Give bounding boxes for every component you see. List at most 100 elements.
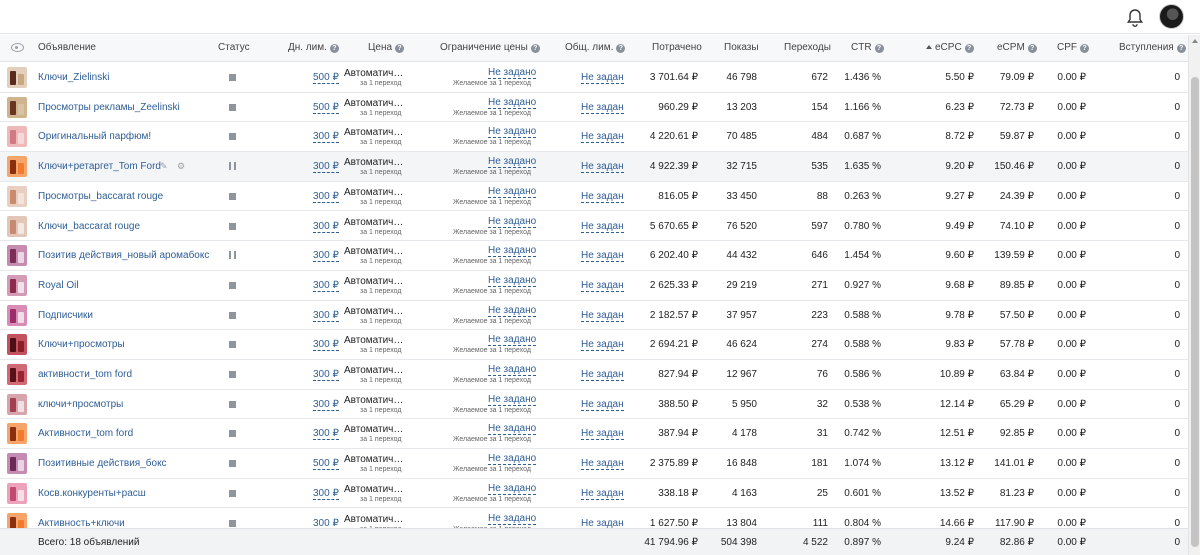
price-limit-link[interactable]: Не задано	[488, 483, 537, 495]
price-mode[interactable]: Автоматич…	[344, 157, 403, 168]
price-limit-link[interactable]: Не задано	[488, 365, 537, 376]
price-limit-link[interactable]: Не задано	[488, 275, 537, 287]
day-limit-link[interactable]: 300 ₽	[313, 221, 339, 233]
col-ctr[interactable]: CTR?	[851, 42, 884, 53]
table-row[interactable]: Подписчики 300 ₽ Автоматич… за 1 переход Не …	[0, 300, 1188, 331]
total-limit-link[interactable]: Не задан	[581, 369, 624, 381]
price-limit-link[interactable]: Не задано	[488, 216, 537, 228]
col-day-limit[interactable]: Дн. лим.?	[288, 42, 339, 53]
table-row[interactable]: Ключи_baccarat rouge 300 ₽ Автоматич… за 1 …	[0, 211, 1188, 242]
settings-icon[interactable]: ⚙	[177, 161, 185, 172]
col-status[interactable]: Статус	[218, 42, 250, 53]
stop-icon[interactable]	[229, 400, 236, 408]
price-limit-link[interactable]: Не задано	[488, 157, 537, 169]
day-limit-link[interactable]: 300 ₽	[313, 518, 339, 529]
price-mode[interactable]: Автоматич…	[344, 514, 403, 525]
price-limit-link[interactable]: Не задано	[488, 97, 537, 109]
help-icon[interactable]: ?	[395, 44, 405, 53]
col-total-limit[interactable]: Общ. лим.?	[565, 42, 626, 53]
price-limit-link[interactable]: Не задано	[488, 246, 537, 258]
stop-icon[interactable]	[229, 460, 236, 468]
price-mode[interactable]: Автоматич…	[344, 454, 403, 465]
total-limit-link[interactable]: Не задан	[581, 102, 624, 114]
pause-icon[interactable]	[229, 162, 236, 171]
stop-icon[interactable]	[229, 74, 236, 81]
total-limit-link[interactable]: Не задан	[581, 458, 624, 471]
help-icon[interactable]: ?	[616, 44, 626, 53]
price-limit-link[interactable]: Не задано	[488, 424, 537, 436]
table-row[interactable]: Ключи+просмотры 300 ₽ Автоматич… за 1 перех…	[0, 330, 1188, 360]
ad-name-link[interactable]: Ключи_baccarat rouge	[38, 221, 140, 232]
price-mode[interactable]: Автоматич…	[344, 98, 403, 109]
price-limit-link[interactable]: Не задано	[488, 305, 537, 317]
total-limit-link[interactable]: Не задан	[581, 310, 624, 322]
table-row[interactable]: Позитив действия_новый аромабокс 300 ₽ Авт…	[0, 241, 1188, 271]
table-row[interactable]: Активности_tom ford 300 ₽ Автоматич… за 1 п…	[0, 419, 1188, 450]
ad-name-link[interactable]: Позитивные действия_бокс	[38, 458, 167, 469]
ad-name-link[interactable]: Royal Oil	[38, 280, 79, 291]
price-limit-link[interactable]: Не задано	[488, 394, 537, 406]
table-row[interactable]: Позитивные действия_бокс 500 ₽ Автоматич… з…	[0, 449, 1188, 479]
table-row[interactable]: активности_tom ford 300 ₽ Автоматич… за 1 п…	[0, 360, 1188, 390]
ad-name-link[interactable]: Оригинальный парфюм!	[38, 131, 151, 142]
day-limit-link[interactable]: 300 ₽	[313, 399, 339, 411]
day-limit-link[interactable]: 300 ₽	[313, 310, 339, 322]
day-limit-link[interactable]: 300 ₽	[313, 488, 339, 500]
price-mode[interactable]: Автоматич…	[344, 187, 403, 198]
scroll-up-icon[interactable]	[1192, 39, 1198, 43]
bell-icon[interactable]	[1124, 7, 1146, 29]
total-limit-link[interactable]: Не задан	[581, 339, 624, 352]
user-avatar[interactable]	[1159, 4, 1184, 29]
stop-icon[interactable]	[229, 341, 236, 349]
col-ecpm[interactable]: eCPM?	[997, 42, 1037, 53]
col-shows[interactable]: Показы	[724, 42, 759, 53]
table-row[interactable]: Просмотры рекламы_Zeelinski 500 ₽ Автомати…	[0, 92, 1188, 123]
day-limit-link[interactable]: 300 ₽	[313, 250, 339, 263]
total-limit-link[interactable]: Не задан	[581, 428, 624, 441]
ad-name-link[interactable]: ключи+просмотры	[38, 399, 123, 410]
ad-name-link[interactable]: Просмотры рекламы_Zeelinski	[38, 102, 180, 113]
total-limit-link[interactable]: Не задан	[581, 221, 624, 233]
ad-name-link[interactable]: Активности_tom ford	[38, 428, 133, 439]
ad-name-link[interactable]: активности_tom ford	[38, 369, 132, 380]
price-mode[interactable]: Автоматич…	[344, 365, 403, 376]
total-limit-link[interactable]: Не задан	[581, 488, 624, 500]
price-mode[interactable]: Автоматич…	[344, 395, 403, 406]
help-icon[interactable]: ?	[1080, 44, 1089, 53]
edit-icon[interactable]: ✎	[160, 161, 168, 172]
day-limit-link[interactable]: 500 ₽	[313, 458, 339, 471]
ad-name-link[interactable]: Позитив действия_новый аромабокс	[38, 250, 209, 261]
day-limit-link[interactable]: 300 ₽	[313, 191, 339, 203]
price-limit-link[interactable]: Не задано	[488, 513, 537, 525]
table-row[interactable]: ключи+просмотры 300 ₽ Автоматич… за 1 перех…	[0, 389, 1188, 420]
price-mode[interactable]: Автоматич…	[344, 127, 403, 138]
stop-icon[interactable]	[229, 192, 236, 200]
price-limit-link[interactable]: Не задано	[488, 186, 537, 198]
total-limit-link[interactable]: Не задан	[581, 250, 624, 263]
day-limit-link[interactable]: 300 ₽	[313, 428, 339, 441]
price-mode[interactable]: Автоматич…	[344, 484, 403, 495]
total-limit-link[interactable]: Не задан	[581, 131, 624, 144]
scrollbar-thumb[interactable]	[1191, 77, 1199, 547]
table-row[interactable]: Royal Oil 300 ₽ Автоматич… за 1 переход Не з…	[0, 270, 1188, 301]
price-mode[interactable]: Автоматич…	[344, 217, 403, 228]
ad-name-link[interactable]: Ключи+ретаргет_Tom Ford	[38, 161, 161, 172]
ad-name-link[interactable]: Ключи_Zielinski	[38, 72, 109, 83]
col-cpf[interactable]: CPF?	[1057, 42, 1089, 53]
ad-name-link[interactable]: Косв.конкуренты+расш	[38, 488, 146, 499]
table-row[interactable]: Косв.конкуренты+расш 300 ₽ Автоматич… за 1 …	[0, 478, 1188, 509]
stop-icon[interactable]	[229, 489, 236, 497]
stop-icon[interactable]	[229, 281, 236, 289]
total-limit-link[interactable]: Не задан	[581, 518, 624, 529]
ad-name-link[interactable]: Просмотры_baccarat rouge	[38, 191, 163, 202]
day-limit-link[interactable]: 500 ₽	[313, 72, 339, 84]
price-limit-link[interactable]: Не задано	[488, 68, 537, 79]
vertical-scrollbar[interactable]	[1188, 35, 1200, 555]
stop-icon[interactable]	[229, 371, 236, 378]
day-limit-link[interactable]: 300 ₽	[313, 131, 339, 144]
stop-icon[interactable]	[229, 519, 236, 527]
col-price-limit[interactable]: Ограничение цены?	[440, 42, 540, 53]
total-limit-link[interactable]: Не задан	[581, 72, 624, 84]
price-mode[interactable]: Автоматич…	[344, 276, 403, 287]
help-icon[interactable]: ?	[964, 44, 974, 53]
